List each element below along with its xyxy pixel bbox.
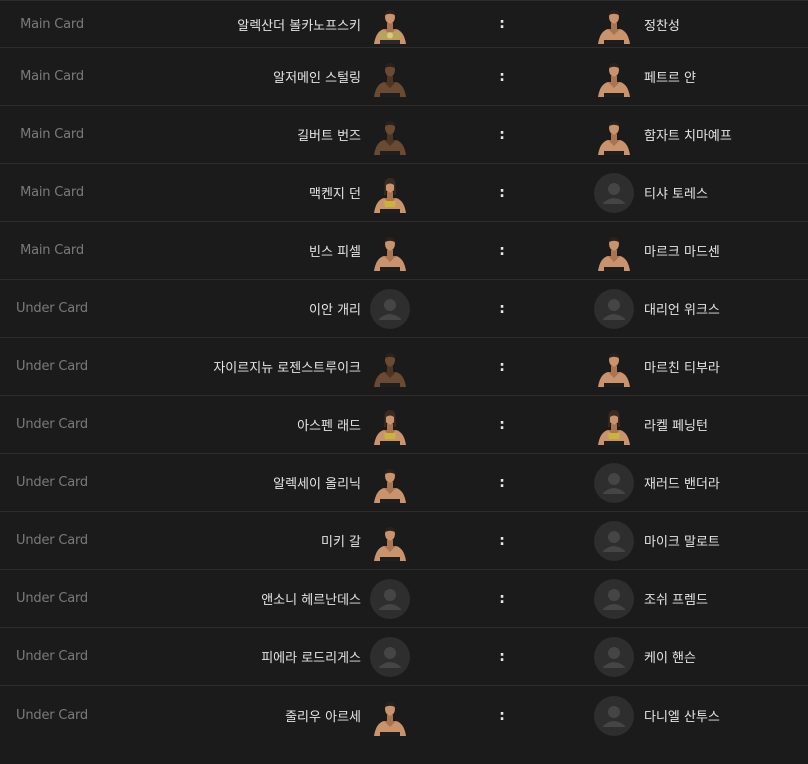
- vs-separator: :: [499, 590, 505, 607]
- person-silhouette-icon[interactable]: [594, 578, 634, 619]
- vs-separator: :: [499, 358, 505, 375]
- fight-row[interactable]: Main Card 길버트 번즈: 함자트 치마예프: [0, 106, 808, 164]
- left-fighter-photo[interactable]: [370, 173, 410, 213]
- left-fighter-photo[interactable]: [370, 405, 410, 445]
- vs-separator: :: [499, 16, 505, 32]
- left-fighter-name[interactable]: 알렉세이 올리닉: [273, 454, 361, 511]
- vs-separator: :: [499, 242, 505, 259]
- vs-separator: :: [499, 416, 505, 433]
- card-type-label: Under Card: [16, 301, 88, 316]
- card-type-label: Under Card: [16, 708, 88, 723]
- person-silhouette-icon[interactable]: [594, 462, 634, 503]
- right-fighter-name[interactable]: 대리언 위크스: [644, 280, 720, 337]
- left-fighter-name[interactable]: 맥켄지 던: [309, 164, 361, 221]
- left-fighter-name[interactable]: 알저메인 스털링: [273, 48, 361, 105]
- person-silhouette-icon[interactable]: [370, 288, 410, 329]
- right-fighter-name[interactable]: 함자트 치마예프: [644, 106, 732, 163]
- right-fighter-name[interactable]: 재러드 밴더라: [644, 454, 720, 511]
- card-type-label: Under Card: [16, 591, 88, 606]
- card-type-label: Under Card: [16, 649, 88, 664]
- fight-row[interactable]: Under Card 아스펜 래드: 라켈 페닝턴: [0, 396, 808, 454]
- person-silhouette-icon[interactable]: [594, 520, 634, 561]
- right-fighter-photo[interactable]: [594, 4, 634, 44]
- right-fighter-photo[interactable]: [594, 231, 634, 271]
- card-type-label: Main Card: [20, 127, 84, 142]
- person-silhouette-icon[interactable]: [370, 636, 410, 677]
- right-fighter-photo[interactable]: [594, 405, 634, 445]
- fight-row[interactable]: Main Card 빈스 피셀: 마르크 마드센: [0, 222, 808, 280]
- fight-row[interactable]: Main Card 알저메인 스털링: 페트르 얀: [0, 48, 808, 106]
- vs-separator: :: [499, 68, 505, 85]
- vs-separator: :: [499, 184, 505, 201]
- vs-separator: :: [499, 648, 505, 665]
- right-fighter-name[interactable]: 케이 핸슨: [644, 628, 696, 685]
- card-type-label: Main Card: [20, 185, 84, 200]
- fight-row[interactable]: Main Card 알렉산더 볼카노프스키: 정찬성: [0, 0, 808, 48]
- vs-separator: :: [499, 474, 505, 491]
- fight-row[interactable]: Under Card 앤소니 헤르난데스: 조쉬 프렘드: [0, 570, 808, 628]
- fight-row[interactable]: Under Card 줄리우 아르세: 다니엘 산투스: [0, 686, 808, 745]
- fight-row[interactable]: Under Card 미키 갈: 마이크 말로트: [0, 512, 808, 570]
- card-type-label: Main Card: [20, 243, 84, 258]
- person-silhouette-icon[interactable]: [594, 636, 634, 677]
- right-fighter-name[interactable]: 다니엘 산투스: [644, 686, 720, 745]
- left-fighter-name[interactable]: 자이르지뉴 로젠스트루이크: [213, 338, 361, 395]
- fight-row[interactable]: Under Card 자이르지뉴 로젠스트루이크: 마르친 티부라: [0, 338, 808, 396]
- person-silhouette-icon[interactable]: [370, 578, 410, 619]
- fight-row[interactable]: Under Card 이안 개리: 대리언 위크스: [0, 280, 808, 338]
- vs-separator: :: [499, 300, 505, 317]
- left-fighter-photo[interactable]: [370, 696, 410, 736]
- right-fighter-photo[interactable]: [594, 115, 634, 155]
- left-fighter-photo[interactable]: [370, 231, 410, 271]
- fight-row[interactable]: Main Card 맥켄지 던: 티샤 토레스: [0, 164, 808, 222]
- vs-separator: :: [499, 532, 505, 549]
- left-fighter-name[interactable]: 피에라 로드리게스: [261, 628, 361, 685]
- right-fighter-photo[interactable]: [594, 347, 634, 387]
- person-silhouette-icon[interactable]: [594, 695, 634, 736]
- left-fighter-photo[interactable]: [370, 463, 410, 503]
- left-fighter-name[interactable]: 이안 개리: [309, 280, 361, 337]
- fight-card-list: Main Card 알렉산더 볼카노프스키: 정찬성 Main Card 알저메인 스털…: [0, 0, 808, 764]
- card-type-label: Main Card: [20, 16, 84, 32]
- card-type-label: Main Card: [20, 69, 84, 84]
- left-fighter-photo[interactable]: [370, 115, 410, 155]
- left-fighter-name[interactable]: 앤소니 헤르난데스: [261, 570, 361, 627]
- right-fighter-name[interactable]: 마르크 마드센: [644, 222, 720, 279]
- right-fighter-name[interactable]: 페트르 얀: [644, 48, 696, 105]
- fight-row[interactable]: Under Card 피에라 로드리게스: 케이 핸슨: [0, 628, 808, 686]
- right-fighter-name[interactable]: 마르친 티부라: [644, 338, 720, 395]
- card-type-label: Under Card: [16, 359, 88, 374]
- left-fighter-photo[interactable]: [370, 347, 410, 387]
- left-fighter-name[interactable]: 빈스 피셀: [309, 222, 361, 279]
- left-fighter-photo[interactable]: [370, 521, 410, 561]
- left-fighter-name[interactable]: 줄리우 아르세: [285, 686, 361, 745]
- card-type-label: Under Card: [16, 533, 88, 548]
- left-fighter-name[interactable]: 미키 갈: [321, 512, 361, 569]
- person-silhouette-icon[interactable]: [594, 172, 634, 213]
- right-fighter-photo[interactable]: [594, 57, 634, 97]
- right-fighter-name[interactable]: 티샤 토레스: [644, 164, 708, 221]
- left-fighter-photo[interactable]: [370, 57, 410, 97]
- left-fighter-name[interactable]: 길버트 번즈: [297, 106, 361, 163]
- right-fighter-name[interactable]: 조쉬 프렘드: [644, 570, 708, 627]
- right-fighter-name[interactable]: 마이크 말로트: [644, 512, 720, 569]
- card-type-label: Under Card: [16, 475, 88, 490]
- vs-separator: :: [499, 707, 505, 724]
- card-type-label: Under Card: [16, 417, 88, 432]
- person-silhouette-icon[interactable]: [594, 288, 634, 329]
- left-fighter-name[interactable]: 아스펜 래드: [297, 396, 361, 453]
- right-fighter-name[interactable]: 라켈 페닝턴: [644, 396, 708, 453]
- vs-separator: :: [499, 126, 505, 143]
- right-fighter-name[interactable]: 정찬성: [644, 1, 680, 47]
- left-fighter-name[interactable]: 알렉산더 볼카노프스키: [237, 1, 361, 47]
- fight-row[interactable]: Under Card 알렉세이 올리닉: 재러드 밴더라: [0, 454, 808, 512]
- left-fighter-photo[interactable]: [370, 4, 410, 44]
